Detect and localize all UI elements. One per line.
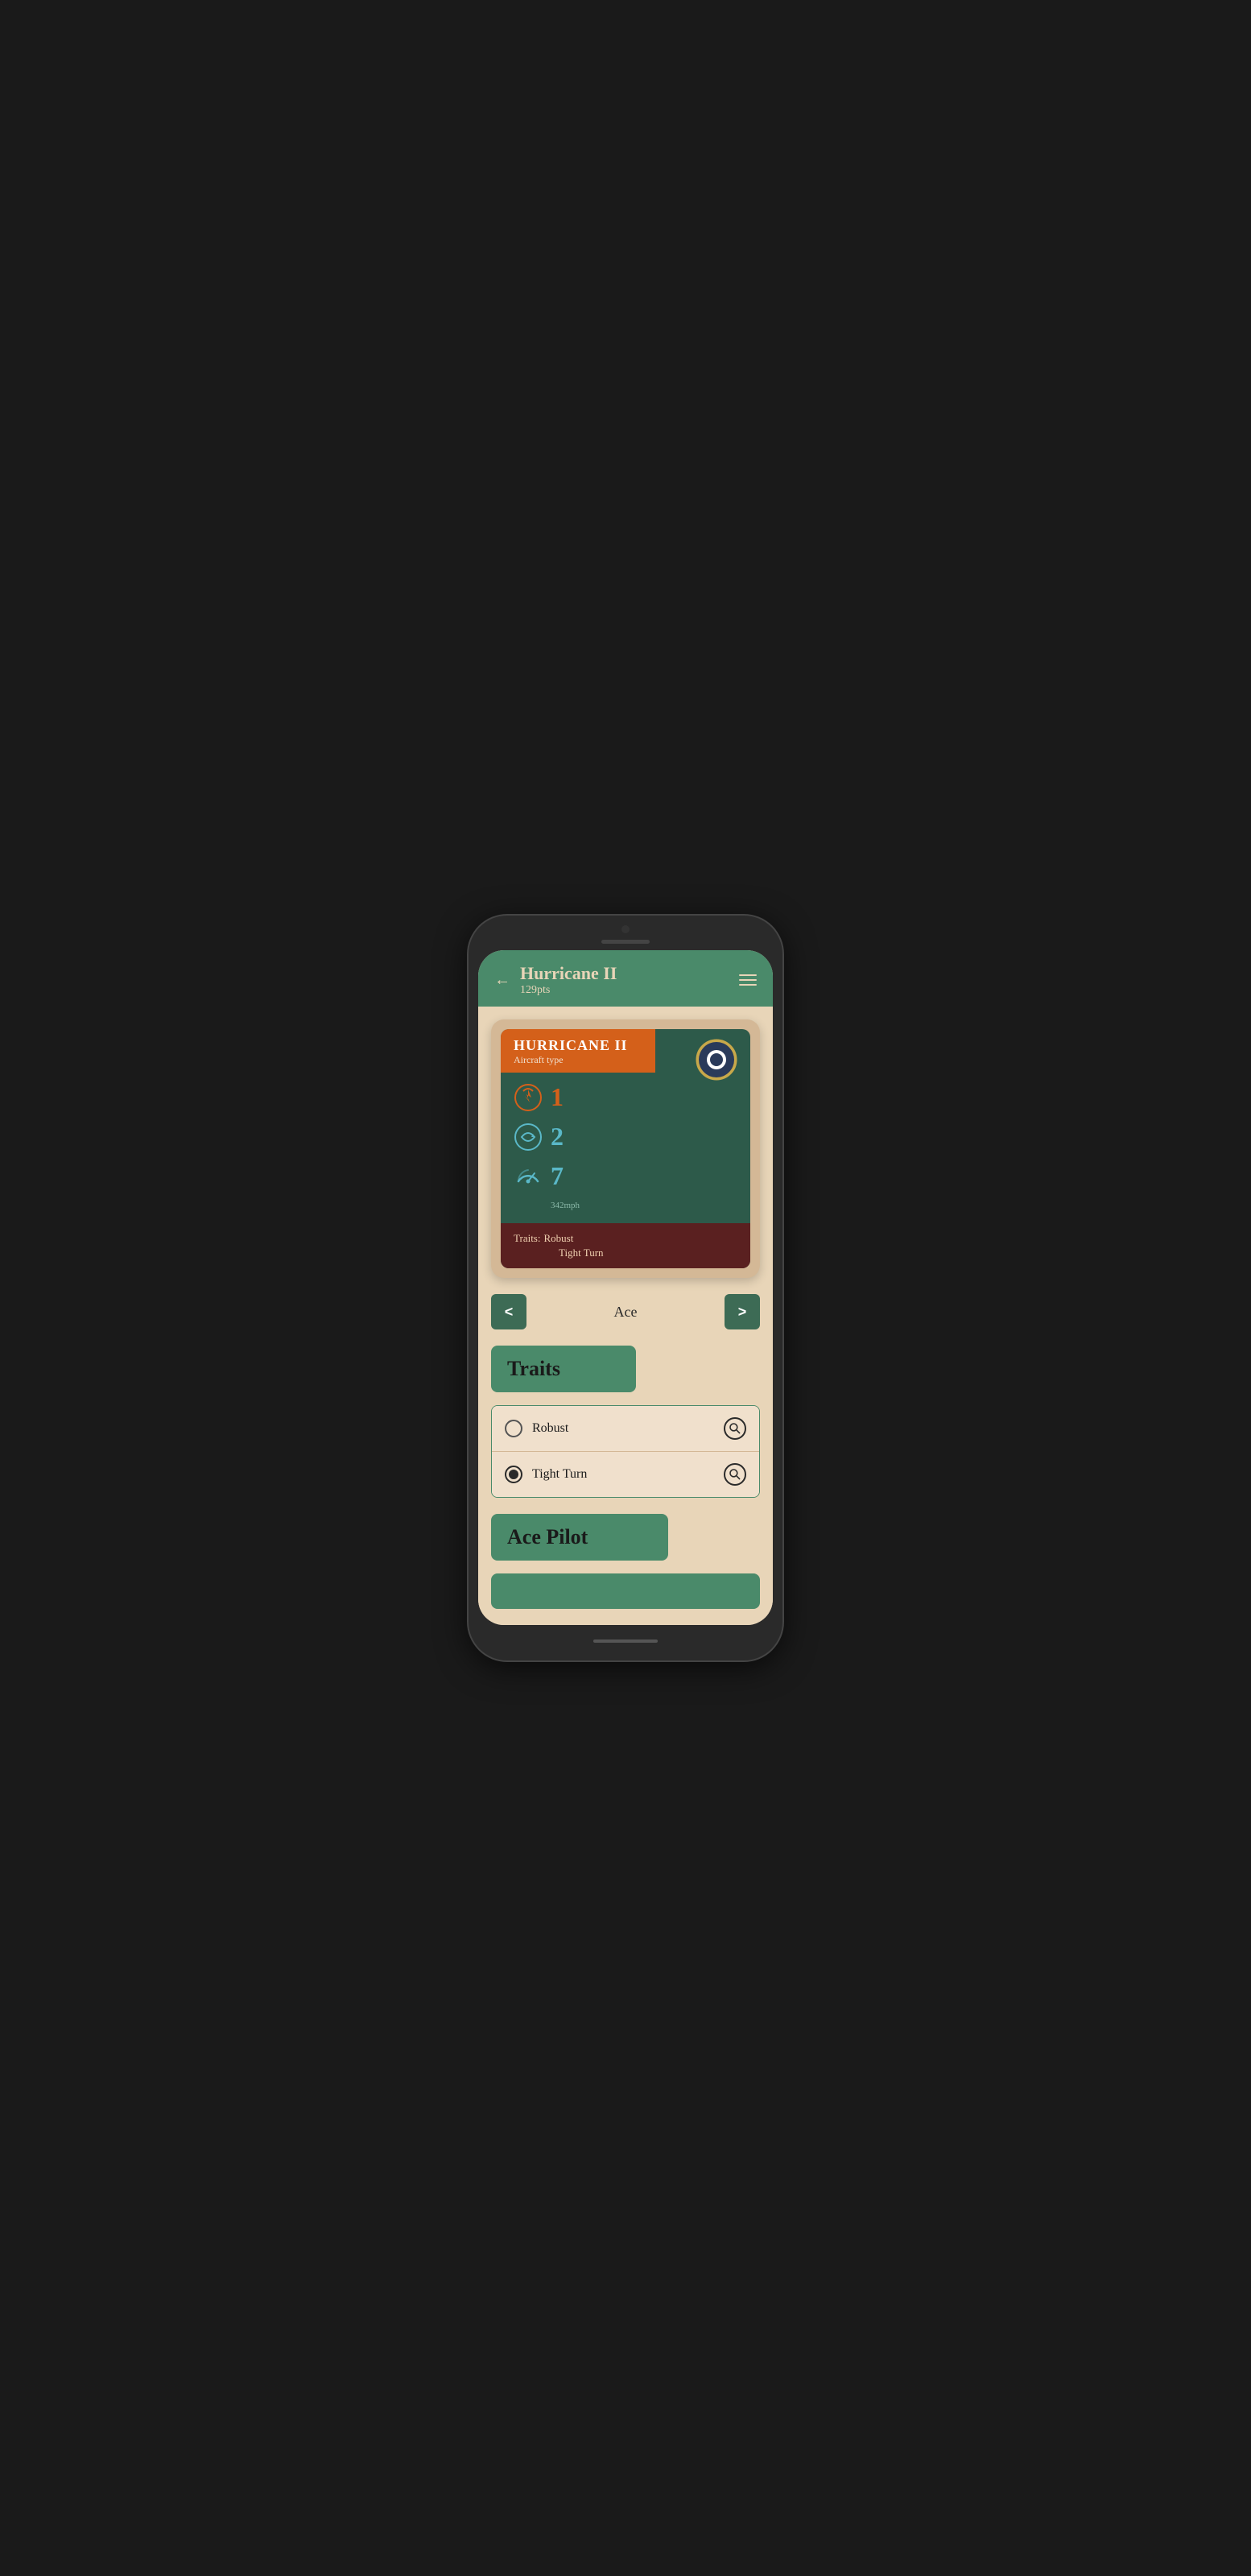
- card-inner: HURRICANE II Aircraft type: [501, 1029, 750, 1268]
- maneuver-stat-row: 2: [514, 1122, 737, 1152]
- back-button[interactable]: ←: [494, 971, 510, 990]
- speed-value: 7: [551, 1161, 564, 1191]
- header-title: Hurricane II: [520, 963, 739, 984]
- speed-stat-row: 7: [514, 1161, 737, 1191]
- menu-bar-1: [739, 974, 757, 976]
- nav-current: Ace: [614, 1304, 638, 1321]
- trait-item-robust[interactable]: Robust: [492, 1406, 759, 1452]
- nav-row: < Ace >: [491, 1294, 760, 1329]
- roundel: [696, 1039, 737, 1081]
- app-header: ← Hurricane II 129pts: [478, 950, 773, 1007]
- app-content: HURRICANE II Aircraft type: [478, 1007, 773, 1625]
- prev-button[interactable]: <: [491, 1294, 526, 1329]
- traits-section-header: Traits: [491, 1346, 636, 1392]
- trait-left-tight-turn: Tight Turn: [505, 1466, 587, 1483]
- header-title-block: Hurricane II 129pts: [520, 963, 739, 997]
- card-traits-bar: Traits: Robust Tight Turn: [501, 1223, 750, 1268]
- attack-stat-row: 1: [514, 1082, 737, 1112]
- trait-radio-robust[interactable]: [505, 1420, 522, 1437]
- trait-name-tight-turn: Tight Turn: [532, 1467, 587, 1482]
- aircraft-card: HURRICANE II Aircraft type: [491, 1019, 760, 1278]
- trait-list: Robust: [491, 1405, 760, 1498]
- phone-screen: ← Hurricane II 129pts HURRICANE II: [478, 950, 773, 1625]
- trait-search-tight-turn[interactable]: [724, 1463, 746, 1486]
- phone-speaker: [601, 940, 650, 944]
- card-stats: 1 2: [501, 1073, 750, 1220]
- ace-pilot-section: Ace Pilot: [491, 1514, 760, 1573]
- bottom-section: [491, 1573, 760, 1609]
- traits-section: Traits Robust: [491, 1346, 760, 1498]
- phone-camera: [621, 925, 630, 933]
- trait-item-tight-turn[interactable]: Tight Turn: [492, 1452, 759, 1497]
- traits-heading: Traits: [507, 1357, 560, 1380]
- card-trait2: Tight Turn: [559, 1247, 604, 1259]
- header-points: 129pts: [520, 984, 739, 997]
- ace-pilot-heading: Ace Pilot: [507, 1525, 588, 1548]
- card-aircraft-type: Aircraft type: [514, 1054, 642, 1066]
- speed-stat-container: 7 342mph: [514, 1161, 737, 1210]
- menu-bar-2: [739, 979, 757, 981]
- ace-pilot-header: Ace Pilot: [491, 1514, 668, 1561]
- card-aircraft-name: HURRICANE II: [514, 1037, 642, 1054]
- next-button[interactable]: >: [725, 1294, 760, 1329]
- phone-bottom: [478, 1631, 773, 1651]
- speed-unit: 342mph: [551, 1201, 737, 1210]
- attack-value: 1: [551, 1082, 564, 1112]
- card-trait1: Robust: [543, 1232, 573, 1244]
- menu-button[interactable]: [739, 974, 757, 986]
- trait-radio-tight-turn[interactable]: [505, 1466, 522, 1483]
- attack-icon: [514, 1083, 543, 1112]
- trait-name-robust: Robust: [532, 1421, 568, 1436]
- speed-icon: [514, 1162, 543, 1191]
- card-title-bar: HURRICANE II Aircraft type: [501, 1029, 655, 1073]
- trait-left-robust: Robust: [505, 1420, 568, 1437]
- card-traits-label: Traits:: [514, 1232, 540, 1244]
- phone-home-bar: [593, 1639, 658, 1643]
- maneuver-icon: [514, 1123, 543, 1152]
- phone-frame: ← Hurricane II 129pts HURRICANE II: [469, 916, 782, 1660]
- menu-bar-3: [739, 984, 757, 986]
- trait-radio-inner-tight-turn: [509, 1470, 518, 1479]
- trait-search-robust[interactable]: [724, 1417, 746, 1440]
- maneuver-value: 2: [551, 1122, 564, 1152]
